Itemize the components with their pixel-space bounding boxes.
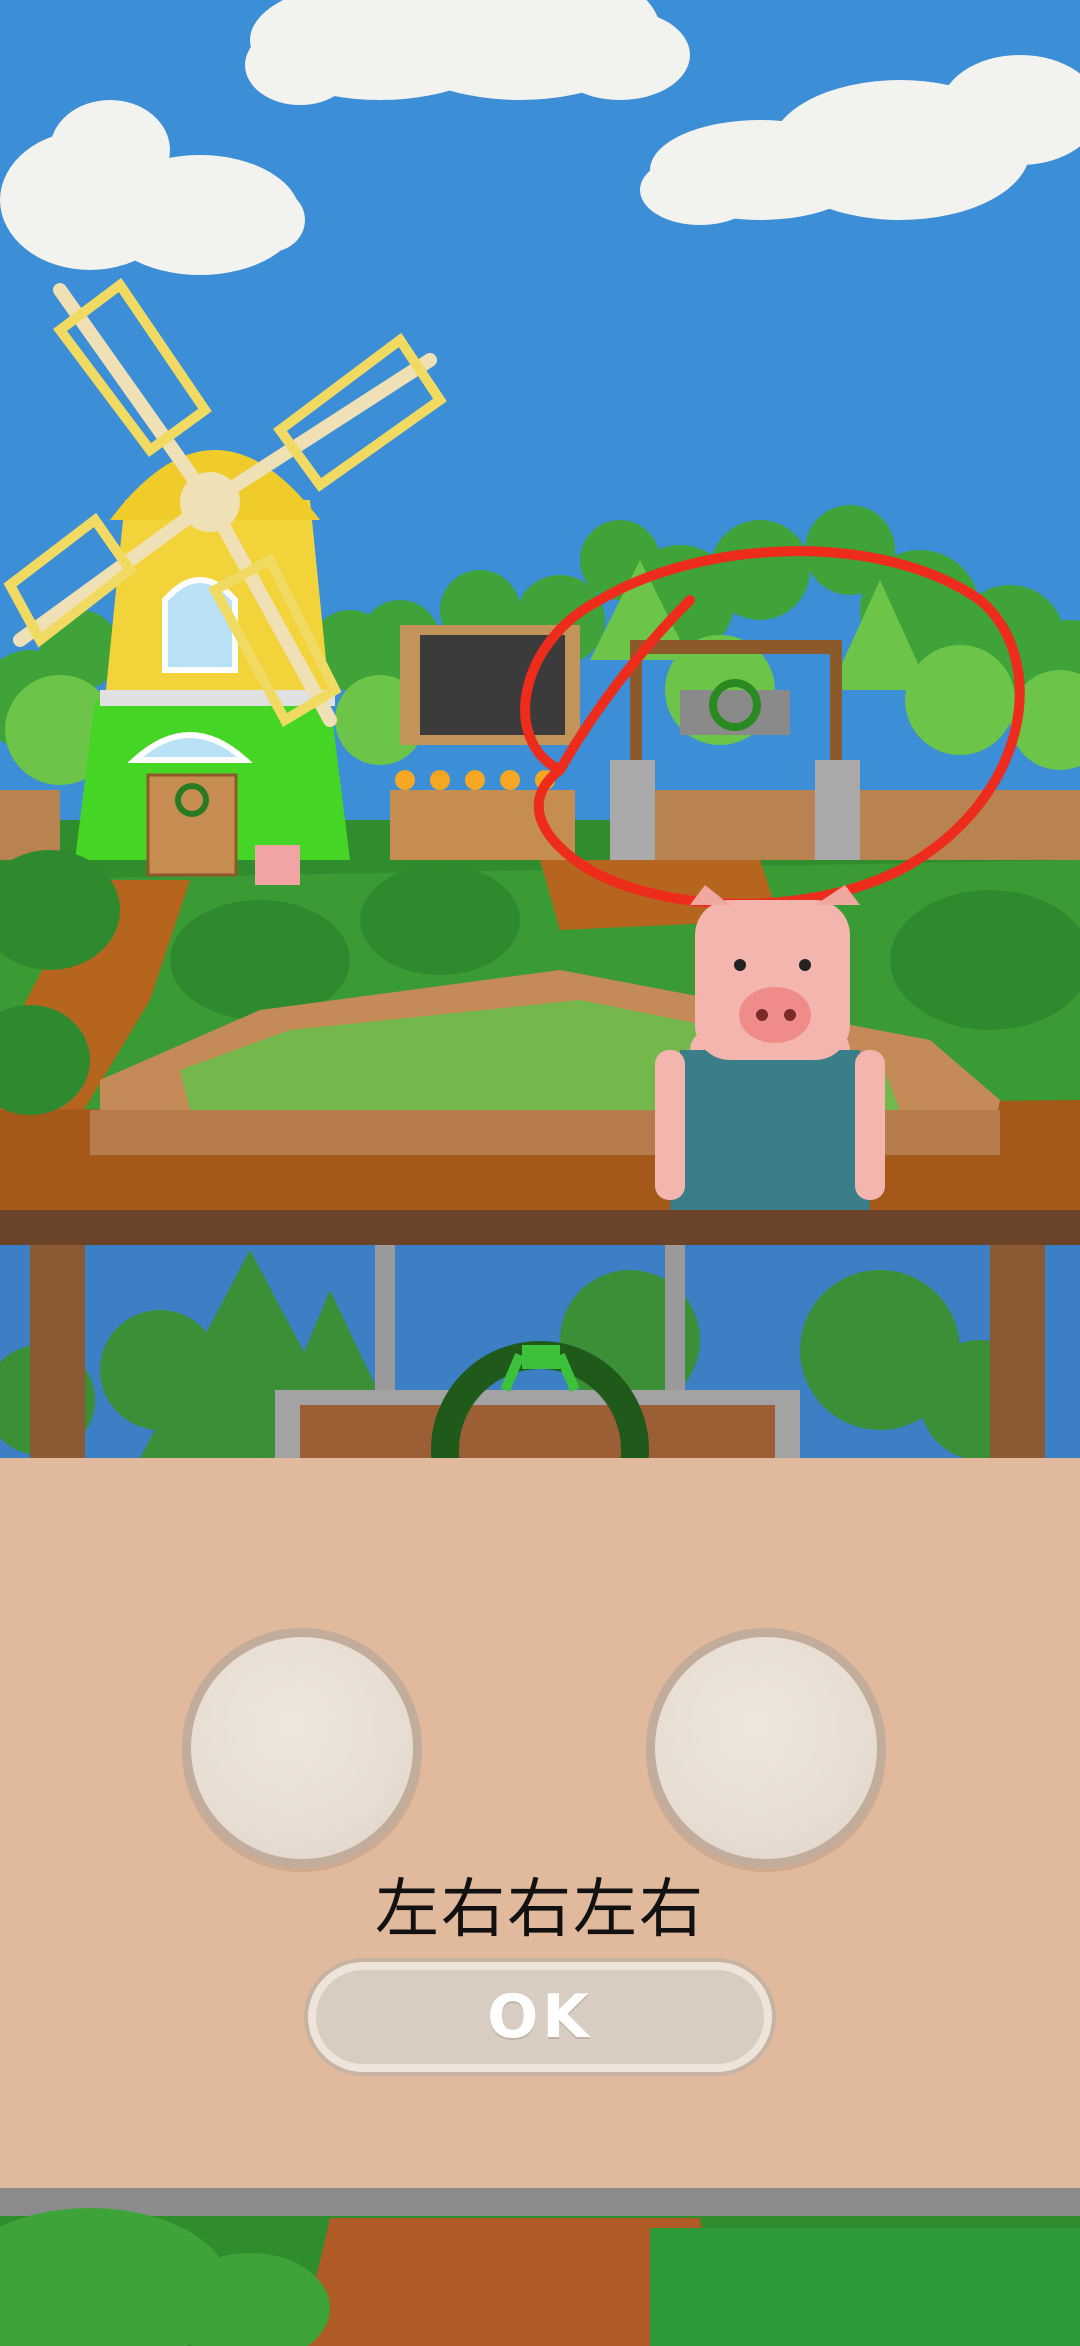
game-scene	[0, 0, 1080, 1458]
ok-button-label: OK	[487, 1982, 593, 2052]
puzzle-panel: 左右右左右 OK	[0, 1458, 1080, 2188]
sequence-hint-text: 左右右左右	[375, 1873, 705, 1947]
right-circle-button[interactable]	[646, 1628, 886, 1868]
bottom-scene-strip	[0, 2188, 1080, 2346]
ok-button[interactable]: OK	[308, 1962, 772, 2072]
left-circle-button[interactable]	[182, 1628, 422, 1868]
chalkboard-icon	[390, 625, 580, 860]
cloud-1	[245, 0, 690, 105]
